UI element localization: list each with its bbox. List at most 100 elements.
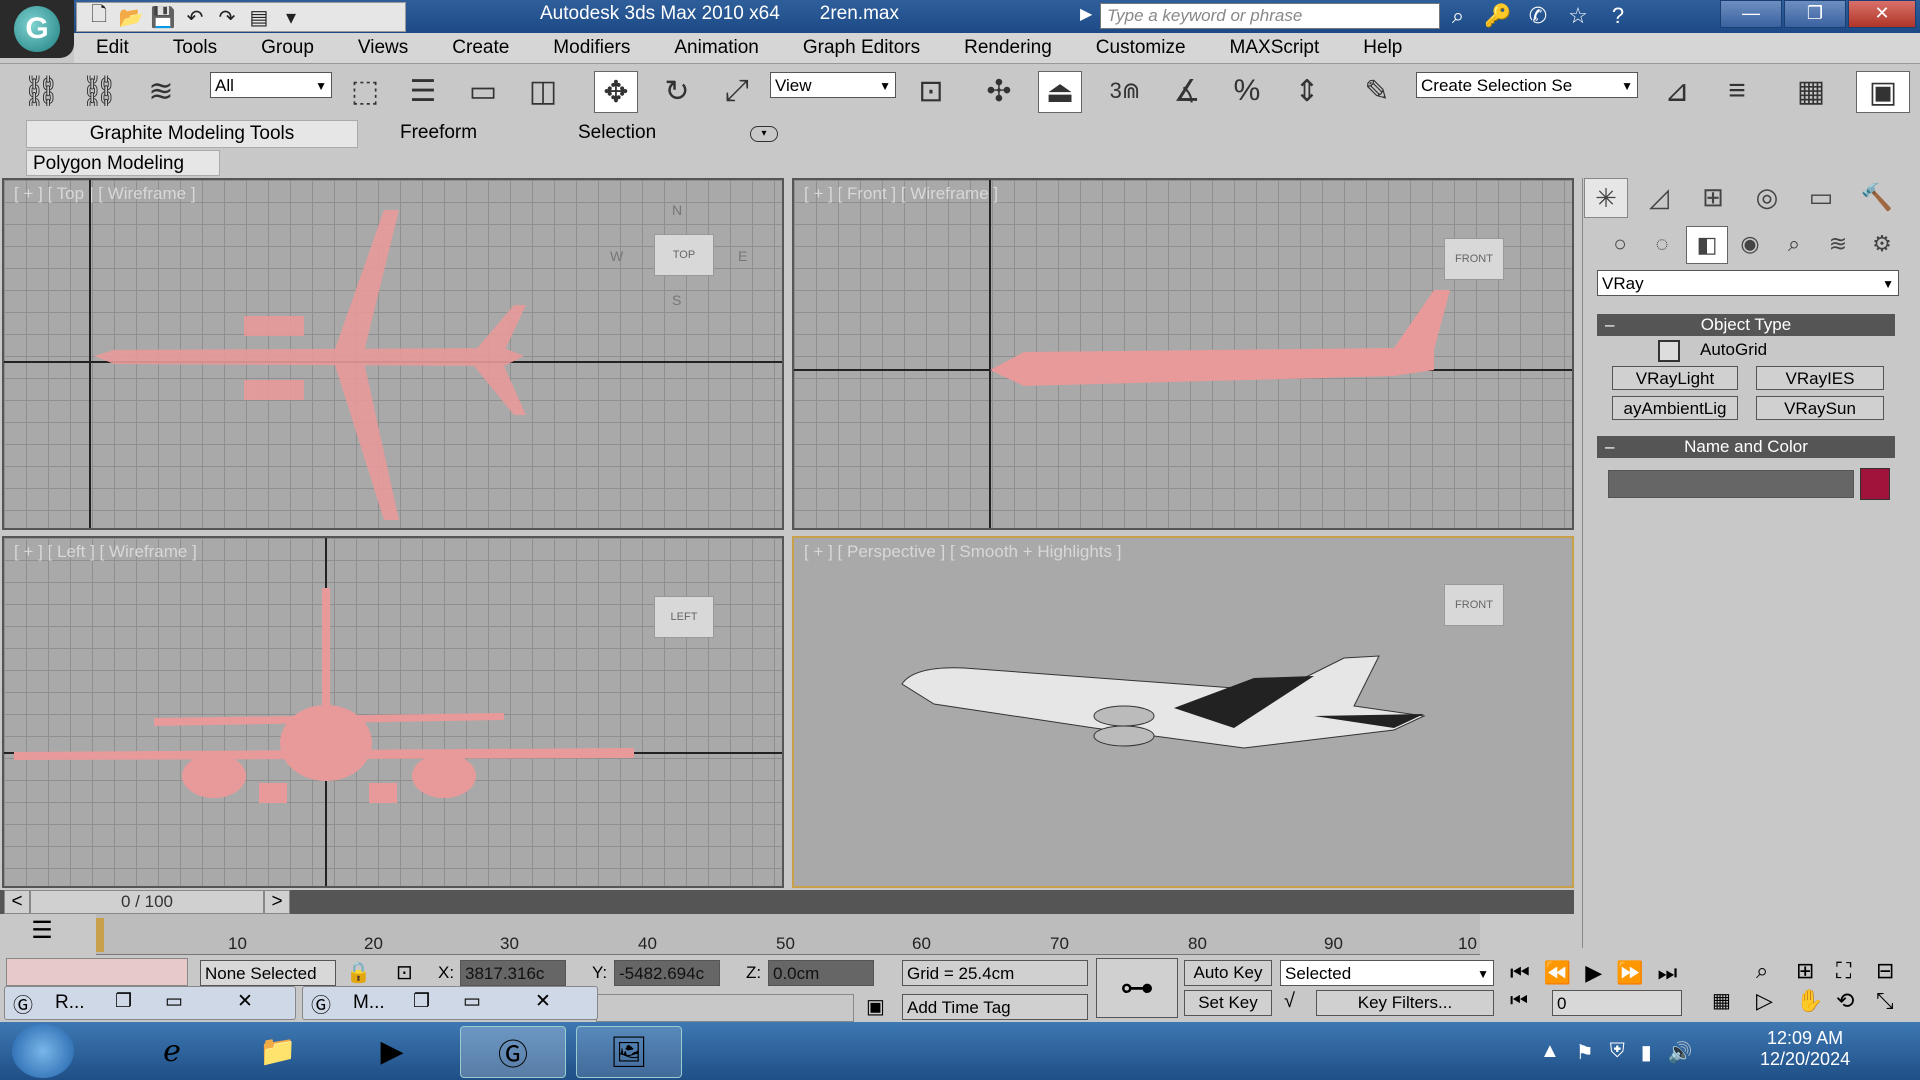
app-menu-button[interactable]: G bbox=[0, 0, 74, 58]
minimized-window-m[interactable]: Ⓖ M... ❐ ▭ ✕ bbox=[302, 986, 598, 1020]
window-crossing-icon[interactable]: ◫ bbox=[522, 71, 564, 111]
reference-coordinate-dropdown[interactable]: View ▼ bbox=[770, 72, 896, 98]
absolute-mode-icon[interactable]: ⊡ bbox=[396, 960, 413, 985]
ribbon-options-icon[interactable]: ▾ bbox=[750, 126, 778, 142]
select-and-scale-icon[interactable]: ⤢ bbox=[716, 71, 758, 111]
vraylight-button[interactable]: VRayLight bbox=[1612, 366, 1738, 390]
vrayies-button[interactable]: VRayIES bbox=[1756, 366, 1884, 390]
z-coordinate-field[interactable]: 0.0cm bbox=[768, 960, 874, 986]
rectangular-selection-icon[interactable]: ▭ bbox=[462, 71, 504, 111]
mini-close-icon[interactable]: ✕ bbox=[237, 990, 253, 1013]
tab-freeform[interactable]: Freeform bbox=[400, 120, 477, 146]
menu-modifiers[interactable]: Modifiers bbox=[531, 37, 652, 59]
current-frame-marker[interactable] bbox=[96, 918, 104, 952]
time-prev-button[interactable]: < bbox=[4, 890, 30, 914]
autogrid-checkbox[interactable] bbox=[1658, 340, 1680, 362]
menu-help[interactable]: Help bbox=[1341, 37, 1424, 59]
viewcube-left[interactable]: LEFT bbox=[654, 596, 714, 638]
edit-named-selection-icon[interactable]: ✎ bbox=[1356, 71, 1398, 111]
zoom-extents-all-icon[interactable]: ⊟ bbox=[1876, 958, 1916, 984]
align-icon[interactable]: ≡ bbox=[1716, 71, 1758, 111]
menu-edit[interactable]: Edit bbox=[74, 37, 151, 59]
spinner-snap-icon[interactable]: ⇕ bbox=[1286, 71, 1328, 111]
snaps-toggle-icon[interactable]: 3 ⋒ bbox=[1104, 71, 1146, 111]
vrayambientlight-button[interactable]: ayAmbientLig bbox=[1612, 396, 1738, 420]
time-configuration-icon[interactable]: ▦ bbox=[1712, 988, 1731, 1013]
object-category-dropdown[interactable]: VRay ▼ bbox=[1597, 270, 1899, 296]
mini-maximize-icon[interactable]: ▭ bbox=[463, 990, 481, 1013]
show-hidden-icons-icon[interactable]: ▲ bbox=[1540, 1040, 1560, 1065]
viewport-front[interactable]: [ + ] [ Front ] [ Wireframe ] FRONT bbox=[792, 178, 1574, 530]
keyword-search-input[interactable]: Type a keyword or phrase bbox=[1100, 3, 1440, 29]
taskbar-clock[interactable]: 12:09 AM 12/20/2024 bbox=[1760, 1028, 1850, 1070]
geometry-icon[interactable]: ○ bbox=[1600, 226, 1640, 262]
select-and-move-icon[interactable]: ✥ bbox=[594, 71, 638, 113]
curve-editor-icon[interactable]: ☰ bbox=[22, 916, 62, 950]
tab-selection[interactable]: Selection bbox=[578, 120, 656, 146]
vraysun-button[interactable]: VRaySun bbox=[1756, 396, 1884, 420]
lights-icon[interactable]: ◧ bbox=[1686, 226, 1728, 264]
selection-lock-icon[interactable]: 🔒 bbox=[346, 960, 371, 985]
name-and-color-rollout[interactable]: – Name and Color bbox=[1597, 436, 1895, 458]
file-explorer-icon[interactable]: 📁 bbox=[226, 1026, 330, 1076]
redo-icon[interactable]: ↷ bbox=[213, 5, 241, 29]
menu-group[interactable]: Group bbox=[239, 37, 336, 59]
next-frame-icon[interactable]: ⏩ bbox=[1616, 960, 1643, 986]
zoom-all-icon[interactable]: ⊞ bbox=[1796, 958, 1836, 984]
set-key-button[interactable]: Set Key bbox=[1184, 990, 1272, 1016]
viewcube-perspective[interactable]: FRONT bbox=[1444, 584, 1504, 626]
y-coordinate-field[interactable]: -5482.694c bbox=[614, 960, 720, 986]
previous-frame-icon[interactable]: ⏪ bbox=[1544, 960, 1571, 986]
communication-icon[interactable]: ✆ bbox=[1522, 2, 1554, 30]
go-to-end-icon[interactable]: ⏭ bbox=[1658, 960, 1678, 986]
time-tag-icon[interactable]: ▣ bbox=[866, 994, 885, 1019]
percent-snap-icon[interactable]: % bbox=[1226, 71, 1268, 111]
select-and-rotate-icon[interactable]: ↻ bbox=[656, 71, 698, 111]
menu-create[interactable]: Create bbox=[430, 37, 531, 59]
key-mode-dropdown[interactable]: Selected ▼ bbox=[1280, 960, 1494, 986]
open-file-icon[interactable]: 📂 bbox=[117, 5, 145, 29]
set-key-big-icon[interactable]: ⊶ bbox=[1096, 958, 1178, 1018]
menu-views[interactable]: Views bbox=[336, 37, 430, 59]
create-tab-icon[interactable]: ✳ bbox=[1584, 178, 1628, 218]
close-button[interactable]: ✕ bbox=[1848, 0, 1916, 28]
add-time-tag-button[interactable]: Add Time Tag bbox=[902, 994, 1088, 1020]
maxscript-listener-mini[interactable] bbox=[6, 958, 188, 986]
selection-filter-dropdown[interactable]: All ▼ bbox=[210, 72, 332, 98]
menu-customize[interactable]: Customize bbox=[1074, 37, 1208, 59]
security-icon[interactable]: ⛨ bbox=[1610, 1040, 1625, 1065]
bind-space-warp-icon[interactable]: ≋ bbox=[140, 71, 182, 111]
mini-restore-icon[interactable]: ❐ bbox=[115, 990, 132, 1013]
time-next-button[interactable]: > bbox=[264, 890, 290, 914]
save-icon[interactable]: 💾 bbox=[149, 5, 177, 29]
viewport-perspective[interactable]: [ + ] [ Perspective ] [ Smooth + Highlig… bbox=[792, 536, 1574, 888]
object-name-field[interactable] bbox=[1608, 470, 1854, 498]
mirror-icon[interactable]: ⊿ bbox=[1656, 71, 1698, 111]
current-frame-field[interactable]: 0 bbox=[1552, 990, 1682, 1016]
helpers-icon[interactable]: ⌕ bbox=[1774, 226, 1814, 262]
tab-graphite-modeling[interactable]: Graphite Modeling Tools bbox=[26, 120, 358, 148]
mini-maximize-icon[interactable]: ▭ bbox=[165, 990, 183, 1013]
utilities-tab-icon[interactable]: 🔨 bbox=[1856, 178, 1898, 216]
auto-key-button[interactable]: Auto Key bbox=[1184, 960, 1272, 986]
viewport-top[interactable]: [ + ] [ Top ] [ Wireframe ] TOP N S W E bbox=[2, 178, 784, 530]
zoom-extents-icon[interactable]: ⛶ bbox=[1836, 958, 1876, 984]
mini-restore-icon[interactable]: ❐ bbox=[413, 990, 430, 1013]
key-filters-button[interactable]: Key Filters... bbox=[1316, 990, 1494, 1016]
angle-snap-icon[interactable]: ∡ bbox=[1166, 71, 1208, 111]
restore-button[interactable]: ❐ bbox=[1784, 0, 1846, 28]
display-tab-icon[interactable]: ▭ bbox=[1800, 178, 1842, 216]
space-warps-icon[interactable]: ≋ bbox=[1818, 226, 1858, 262]
render-frame-icon[interactable]: ▣ bbox=[1856, 71, 1910, 113]
keyboard-shortcut-override-icon[interactable]: ⏏ bbox=[1038, 71, 1082, 113]
systems-icon[interactable]: ⚙ bbox=[1862, 226, 1902, 262]
viewport-left[interactable]: [ + ] [ Left ] [ Wireframe ] LEFT bbox=[2, 536, 784, 888]
internet-explorer-icon[interactable]: ℯ bbox=[120, 1026, 224, 1076]
hierarchy-tab-icon[interactable]: ⊞ bbox=[1692, 178, 1734, 216]
select-by-name-icon[interactable]: ☰ bbox=[402, 71, 444, 111]
layer-manager-icon[interactable]: ▦ bbox=[1790, 71, 1832, 111]
x-coordinate-field[interactable]: 3817.316c bbox=[460, 960, 566, 986]
named-selection-dropdown[interactable]: Create Selection Se ▼ bbox=[1416, 72, 1638, 98]
start-button[interactable] bbox=[12, 1024, 74, 1078]
menu-graph-editors[interactable]: Graph Editors bbox=[781, 37, 942, 59]
